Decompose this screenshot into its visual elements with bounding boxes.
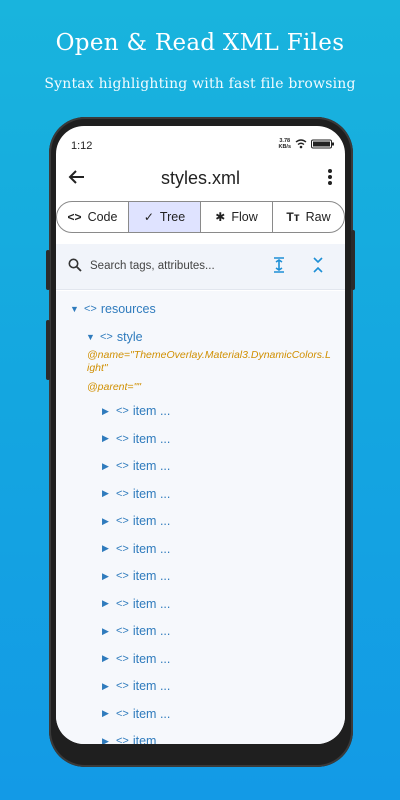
code-icon: <>	[116, 460, 129, 472]
file-title: styles.xml	[160, 168, 240, 188]
code-icon: <>	[116, 570, 129, 582]
status-bar: 1:12 3.78 KB/s	[56, 126, 345, 158]
promo-subline: Syntax highlighting with fast file brows…	[44, 76, 356, 92]
tree-node-item[interactable]: ▶ <> item ...	[102, 679, 170, 693]
caret-right-icon[interactable]: ▶	[102, 543, 116, 554]
promo-headline: Open & Read XML Files	[55, 30, 345, 56]
status-time: 1:12	[71, 140, 93, 152]
tab-flow[interactable]: ✱ Flow	[201, 202, 273, 232]
tab-label: Raw	[305, 210, 331, 224]
code-icon: <>	[116, 597, 129, 610]
tree-node-label: item ...	[132, 459, 171, 473]
caret-right-icon[interactable]: ▶	[102, 626, 116, 637]
code-icon: <>	[116, 542, 129, 555]
tree-node-label: resources	[100, 302, 156, 316]
code-icon: <>	[67, 210, 82, 224]
network-speed-unit: KB/s	[278, 144, 291, 150]
code-icon: <>	[116, 515, 129, 527]
check-icon: ✓	[143, 210, 154, 224]
search-input[interactable]	[90, 256, 270, 276]
tree-node-label: item ...	[132, 706, 171, 721]
attribute-name: @name="ThemeOverlay.Material3.DynamicCol…	[87, 349, 331, 375]
caret-right-icon[interactable]: ▶	[102, 736, 116, 745]
attribute-parent: @parent=""	[87, 381, 142, 393]
tree-node-label: item ...	[132, 624, 171, 638]
caret-down-icon[interactable]: ▼	[86, 332, 100, 342]
code-icon: <>	[84, 303, 97, 315]
tree-node-label: item ...	[132, 651, 171, 666]
code-icon: <>	[116, 405, 129, 417]
tree-node-style[interactable]: ▼ <> style	[86, 330, 143, 344]
tree-node-item[interactable]: ▶ <> item ...	[102, 459, 170, 473]
phone-side-button	[46, 250, 50, 290]
code-icon: <>	[116, 680, 129, 692]
search-icon	[68, 258, 82, 272]
battery-icon	[311, 139, 334, 149]
expand-all-icon[interactable]	[272, 256, 286, 279]
tree-node-item[interactable]: ▶ <> item ...	[102, 542, 170, 556]
wifi-icon	[295, 139, 307, 149]
tree-node-label: item ...	[132, 404, 171, 418]
tree-node-resources[interactable]: ▼ <> resources	[70, 302, 156, 316]
tab-label: Code	[87, 210, 118, 224]
tree-node-item[interactable]: ▶ <> item ...	[102, 597, 170, 611]
tree-node-label: style	[116, 330, 143, 344]
tree-node-label: item ...	[132, 431, 171, 446]
caret-right-icon[interactable]: ▶	[102, 516, 116, 527]
code-icon: <>	[116, 432, 129, 445]
code-icon: <>	[116, 735, 129, 744]
phone-power-button	[351, 230, 355, 290]
flow-icon: ✱	[215, 210, 226, 224]
app-bar: styles.xml	[56, 164, 345, 194]
code-icon: <>	[100, 331, 113, 343]
tree-node-label: item ...	[132, 514, 171, 528]
tab-raw[interactable]: Tт Raw	[273, 202, 344, 232]
status-icons: 3.78 KB/s	[278, 138, 335, 150]
caret-down-icon[interactable]: ▼	[70, 304, 84, 314]
code-icon: <>	[116, 487, 129, 500]
tree-node-item[interactable]: ▶ <> item ...	[102, 652, 170, 666]
phone-side-button	[46, 320, 50, 380]
text-icon: Tт	[286, 210, 300, 224]
tab-code[interactable]: <> Code	[57, 202, 129, 232]
code-icon: <>	[116, 625, 129, 637]
tree-node-label: item ...	[132, 541, 171, 556]
caret-right-icon[interactable]: ▶	[102, 598, 116, 609]
code-icon: <>	[116, 652, 129, 665]
caret-right-icon[interactable]: ▶	[102, 488, 116, 499]
tree-node-item[interactable]: ▶ <> item ...	[102, 624, 170, 638]
caret-right-icon[interactable]: ▶	[102, 461, 116, 472]
tree-node-item[interactable]: ▶ <> item ...	[102, 404, 170, 418]
collapse-all-icon[interactable]	[312, 256, 324, 274]
view-mode-tabs: <> Code ✓ Tree ✱ Flow Tт Raw	[56, 201, 345, 233]
tree-node-label: item ...	[132, 486, 171, 501]
attribute-name-line: ight"	[87, 362, 108, 374]
code-icon: <>	[116, 707, 129, 720]
phone-screen: 1:12 3.78 KB/s styles.xml <> Code ✓ Tree…	[56, 126, 345, 744]
attribute-name-line: @name="ThemeOverlay.Material3.DynamicCol…	[87, 349, 331, 361]
tree-node-label: item ...	[132, 596, 171, 611]
tree-node-label: item	[132, 734, 157, 744]
tab-label: Flow	[231, 210, 258, 224]
caret-right-icon[interactable]: ▶	[102, 708, 116, 719]
xml-tree: ▼ <> resources ▼ <> style @name="ThemeOv…	[56, 291, 345, 744]
tree-node-item[interactable]: ▶ <> item	[102, 734, 156, 744]
tree-node-item[interactable]: ▶ <> item ...	[102, 514, 170, 528]
caret-right-icon[interactable]: ▶	[102, 433, 116, 444]
caret-right-icon[interactable]: ▶	[102, 571, 116, 582]
tree-node-label: item ...	[132, 679, 171, 693]
caret-right-icon[interactable]: ▶	[102, 681, 116, 692]
search-bar	[56, 244, 345, 290]
tree-node-label: item ...	[132, 569, 171, 583]
tab-tree[interactable]: ✓ Tree	[129, 202, 201, 232]
network-speed: 3.78 KB/s	[278, 138, 291, 150]
tree-node-item[interactable]: ▶ <> item ...	[102, 432, 170, 446]
caret-right-icon[interactable]: ▶	[102, 406, 116, 417]
caret-right-icon[interactable]: ▶	[102, 653, 116, 664]
tab-label: Tree	[159, 210, 186, 224]
tree-node-item[interactable]: ▶ <> item ...	[102, 707, 170, 721]
more-vertical-icon[interactable]	[327, 168, 333, 191]
tree-node-item[interactable]: ▶ <> item ...	[102, 487, 170, 501]
tree-node-item[interactable]: ▶ <> item ...	[102, 569, 170, 583]
